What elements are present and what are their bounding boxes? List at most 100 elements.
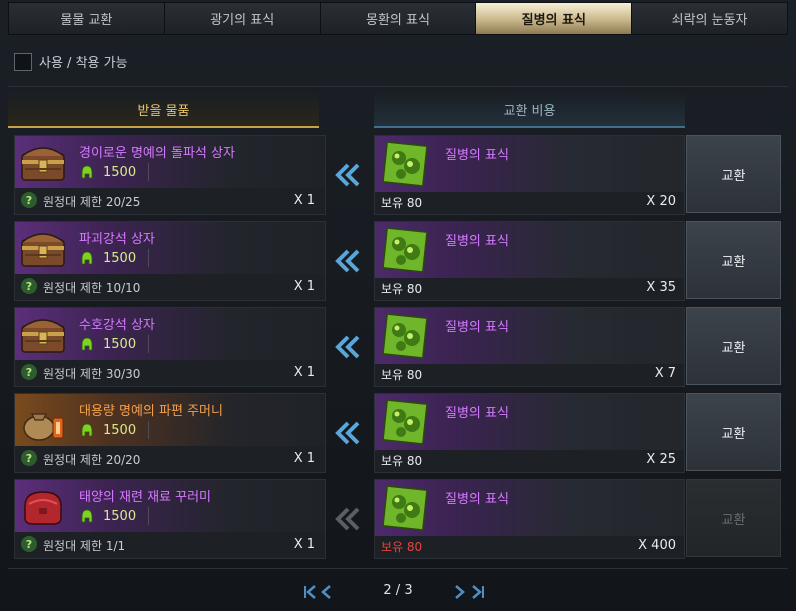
disease-mark-icon (379, 312, 431, 360)
cost-item-name: 질병의 표식 (445, 492, 509, 507)
cost-item-name: 질병의 표식 (445, 406, 509, 421)
divider (148, 421, 150, 439)
honor-requirement: 1500 (79, 335, 150, 353)
exchange-arrow-icon (335, 249, 360, 273)
question-icon[interactable]: ? (21, 364, 37, 380)
honor-requirement: 1500 (79, 163, 150, 181)
cost-item-header: 질병의 표식 (375, 480, 684, 536)
cost-item-header: 질병의 표식 (375, 308, 684, 364)
usable-filter-label: 사용 / 착용 가능 (39, 56, 128, 71)
honor-value: 1500 (103, 250, 137, 266)
reward-item-card[interactable]: 수호강석 상자 1500? 원정대 제한 30/30 X 1 (14, 307, 326, 387)
divider (8, 86, 788, 87)
divider (148, 507, 150, 525)
honor-icon (81, 509, 93, 523)
exchange-row: 파괴강석 상자 1500? 원정대 제한 10/10 X 1 질병의 표식 보유 80 X … (8, 221, 788, 301)
reward-item-footer: ? 원정대 제한 30/30 X 1 (15, 360, 325, 386)
question-icon[interactable]: ? (21, 450, 37, 466)
tab-disease-mark[interactable]: 질병의 표식 (475, 2, 632, 35)
cost-item-card[interactable]: 질병의 표식보유 80 X 25 (374, 393, 685, 473)
cost-item-name: 질병의 표식 (445, 234, 509, 249)
roster-limit: 원정대 제한 30/30 (43, 367, 141, 381)
exchange-button[interactable]: 교환 (686, 135, 781, 213)
reward-item-header: 수호강석 상자 1500 (15, 308, 325, 360)
exchange-button[interactable]: 교환 (686, 221, 781, 299)
reward-quantity: X 1 (293, 537, 315, 552)
divider (148, 335, 150, 353)
reward-item-header: 경이로운 명예의 돌파석 상자 1500 (15, 136, 325, 188)
cost-quantity: X 20 (646, 194, 676, 209)
honor-icon (81, 337, 93, 351)
cost-item-header: 질병의 표식 (375, 136, 684, 192)
question-icon[interactable]: ? (21, 192, 37, 208)
exchange-window: 물물 교환 광기의 표식 몽환의 표식 질병의 표식 쇠락의 눈동자 사용 / … (0, 0, 796, 611)
cost-column-header: 교환 비용 (374, 92, 685, 128)
owned-amount: 보유 80 (381, 454, 423, 468)
honor-icon (81, 423, 93, 437)
reward-quantity: X 1 (293, 451, 315, 466)
reward-item-footer: ? 원정대 제한 1/1 X 1 (15, 532, 325, 558)
tab-dream-mark[interactable]: 몽환의 표식 (319, 2, 476, 35)
owned-amount: 보유 80 (381, 282, 423, 296)
exchange-button[interactable]: 교환 (686, 393, 781, 471)
reward-item-header: 태양의 재련 재료 꾸러미 1500 (15, 480, 325, 532)
exchange-row: 대용량 명예의 파편 주머니 1500? 원정대 제한 20/20 X 1 질병의 표식… (8, 393, 788, 473)
usable-filter[interactable]: 사용 / 착용 가능 (14, 52, 128, 71)
reward-item-footer: ? 원정대 제한 20/20 X 1 (15, 446, 325, 472)
roster-limit: 원정대 제한 20/20 (43, 453, 141, 467)
owned-amount: 보유 80 (381, 368, 423, 382)
reward-item-card[interactable]: 파괴강석 상자 1500? 원정대 제한 10/10 X 1 (14, 221, 326, 301)
page-indicator: 2 / 3 (383, 583, 413, 598)
owned-amount: 보유 80 (381, 196, 423, 210)
prev-page-icon[interactable] (316, 582, 352, 602)
disease-mark-icon (379, 140, 431, 188)
roster-limit: 원정대 제한 20/25 (43, 195, 141, 209)
divider (8, 568, 788, 569)
divider (148, 163, 150, 181)
honor-value: 1500 (103, 422, 137, 438)
tab-barter[interactable]: 물물 교환 (8, 2, 164, 35)
honor-requirement: 1500 (79, 421, 150, 439)
cost-item-card[interactable]: 질병의 표식보유 80 X 35 (374, 221, 685, 301)
chest-icon (19, 312, 67, 356)
exchange-button[interactable]: 교환 (686, 307, 781, 385)
tab-bar: 물물 교환 광기의 표식 몽환의 표식 질병의 표식 쇠락의 눈동자 (8, 2, 788, 35)
tab-decay-eye[interactable]: 쇠락의 눈동자 (631, 2, 788, 35)
disease-mark-icon (379, 226, 431, 274)
cost-item-card[interactable]: 질병의 표식 보유 80 X 400 (374, 479, 685, 559)
bag-icon (19, 484, 67, 528)
cost-item-name: 질병의 표식 (445, 148, 509, 163)
disease-mark-icon (379, 484, 431, 532)
reward-quantity: X 1 (293, 193, 315, 208)
reward-item-name: 경이로운 명예의 돌파석 상자 (79, 146, 235, 161)
last-page-icon[interactable] (466, 582, 502, 602)
exchange-button[interactable]: 교환 (686, 479, 781, 557)
reward-quantity: X 1 (293, 365, 315, 380)
exchange-row: 수호강석 상자 1500? 원정대 제한 30/30 X 1 질병의 표식 보유 80 X … (8, 307, 788, 387)
question-icon[interactable]: ? (21, 536, 37, 552)
question-icon[interactable]: ? (21, 278, 37, 294)
cost-item-card[interactable]: 질병의 표식보유 80 X 20 (374, 135, 685, 215)
reward-item-card[interactable]: 태양의 재련 재료 꾸러미 1500? 원정대 제한 1/1 X 1 (14, 479, 326, 559)
receive-column-header: 받을 물품 (8, 92, 319, 128)
reward-item-card[interactable]: 대용량 명예의 파편 주머니 1500? 원정대 제한 20/20 X 1 (14, 393, 326, 473)
exchange-row: 경이로운 명예의 돌파석 상자 1500? 원정대 제한 20/25 X 1 질병의 표… (8, 135, 788, 215)
tab-madness-mark[interactable]: 광기의 표식 (163, 2, 320, 35)
reward-item-footer: ? 원정대 제한 20/25 X 1 (15, 188, 325, 214)
honor-icon (81, 251, 93, 265)
roster-limit: 원정대 제한 10/10 (43, 281, 141, 295)
cost-quantity: X 25 (646, 452, 676, 467)
reward-item-header: 대용량 명예의 파편 주머니 1500 (15, 394, 325, 446)
reward-item-name: 수호강석 상자 (79, 318, 155, 333)
reward-item-name: 대용량 명예의 파편 주머니 (79, 404, 223, 419)
exchange-arrow-icon (335, 163, 360, 187)
cost-item-name: 질병의 표식 (445, 320, 509, 335)
exchange-arrow-icon (335, 507, 360, 531)
roster-limit: 원정대 제한 1/1 (43, 539, 126, 553)
pagination: 2 / 3 (298, 580, 498, 604)
chest-icon (19, 140, 67, 184)
usable-filter-checkbox[interactable] (14, 52, 32, 71)
cost-quantity: X 35 (646, 280, 676, 295)
reward-item-card[interactable]: 경이로운 명예의 돌파석 상자 1500? 원정대 제한 20/25 X 1 (14, 135, 326, 215)
cost-item-card[interactable]: 질병의 표식 보유 80 X 7 (374, 307, 685, 387)
